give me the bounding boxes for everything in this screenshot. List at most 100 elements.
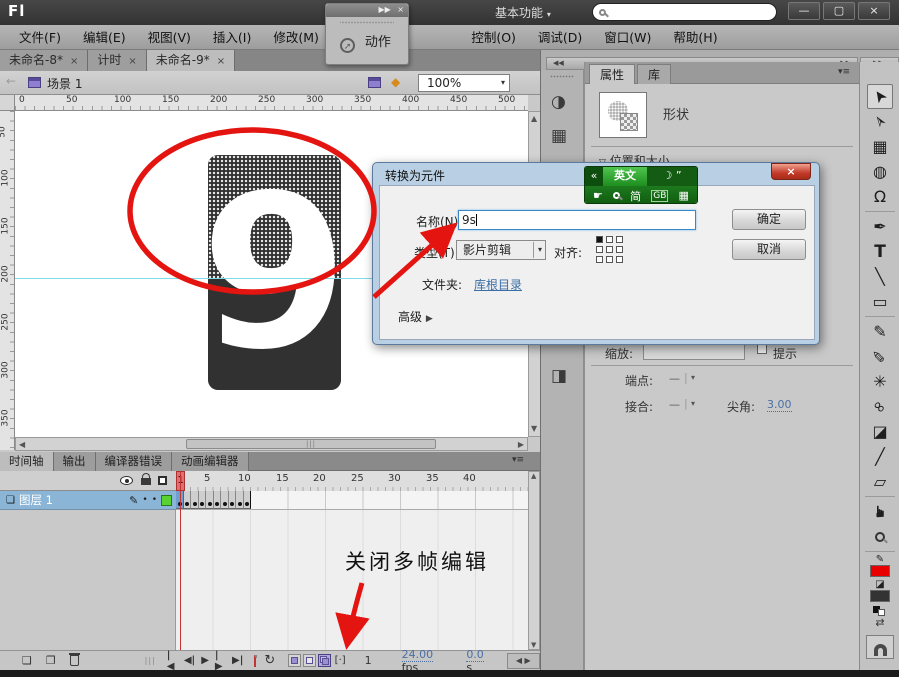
scale-dropdown[interactable] bbox=[643, 343, 745, 360]
close-button[interactable]: × bbox=[858, 2, 890, 20]
panel-menu-icon[interactable]: ▾≡ bbox=[512, 455, 524, 465]
visibility-dot[interactable]: • bbox=[142, 495, 147, 505]
lock-column-icon[interactable] bbox=[141, 478, 151, 485]
ok-button[interactable]: 确定 bbox=[732, 209, 806, 230]
layer-name-cell[interactable]: ❏ 图层 1 ✎ • • bbox=[0, 491, 176, 510]
advanced-toggle[interactable]: 高级 ▶ bbox=[398, 308, 433, 325]
fill-color-swatch[interactable] bbox=[870, 590, 890, 602]
selection-tool[interactable]: ➤ bbox=[867, 84, 893, 109]
3d-rotation-tool[interactable]: ◍ bbox=[867, 159, 893, 184]
edit-scene-icon[interactable] bbox=[368, 77, 381, 88]
join-dropdown-icon[interactable]: ▾ bbox=[691, 399, 695, 408]
loop-button[interactable]: ↻ bbox=[261, 653, 278, 668]
tab-compiler-errors[interactable]: 编译器错误 bbox=[96, 452, 173, 471]
back-arrow-icon[interactable]: ← bbox=[6, 74, 16, 88]
menu-edit[interactable]: 编辑(E) bbox=[72, 25, 137, 50]
close-icon[interactable]: × bbox=[397, 5, 404, 14]
frames-empty-area[interactable] bbox=[176, 510, 528, 650]
onion-skin-button[interactable] bbox=[288, 654, 301, 667]
collapse-icon[interactable]: ▶▶ bbox=[378, 5, 390, 14]
stroke-color-swatch[interactable] bbox=[870, 565, 890, 577]
eyedropper-tool[interactable]: ╱ bbox=[867, 444, 893, 469]
menu-control[interactable]: 控制(O) bbox=[460, 25, 527, 50]
symbol-name-input[interactable]: 9s bbox=[458, 210, 696, 230]
panel-menu-icon[interactable]: ▾≡ bbox=[838, 67, 850, 77]
keyframe-cell[interactable] bbox=[184, 491, 192, 509]
keyframe-cell[interactable] bbox=[221, 491, 229, 509]
go-first-frame-button[interactable]: |◀ bbox=[164, 650, 181, 672]
pencil-tool[interactable]: ✎ bbox=[867, 319, 893, 344]
tab-untitled-8[interactable]: 未命名-8*× bbox=[0, 50, 88, 71]
layer-frames-track[interactable] bbox=[176, 491, 528, 510]
current-frame-value[interactable]: 1 bbox=[365, 654, 372, 667]
ime-search-icon[interactable] bbox=[613, 192, 620, 199]
ime-language-mode[interactable]: 英文 bbox=[603, 167, 647, 186]
timeline-vertical-scrollbar[interactable]: ▲ ▼ bbox=[528, 471, 540, 650]
tab-output[interactable]: 输出 bbox=[54, 452, 96, 471]
frame-ruler[interactable]: 1 5 10 15 20 25 30 35 40 bbox=[176, 471, 528, 491]
ime-keyboard-icon[interactable]: ▦ bbox=[679, 189, 689, 202]
keyframe-cell[interactable] bbox=[244, 491, 252, 509]
hint-checkbox[interactable] bbox=[757, 344, 767, 354]
rectangle-tool[interactable]: ▭ bbox=[867, 289, 893, 314]
scene-label[interactable]: 场景 1 bbox=[47, 75, 82, 92]
play-button[interactable]: ▶ bbox=[198, 655, 212, 666]
actions-panel-body[interactable]: ➚ 动作 bbox=[326, 25, 408, 53]
library-root-link[interactable]: 库根目录 bbox=[474, 276, 522, 293]
menu-help[interactable]: 帮助(H) bbox=[662, 25, 728, 50]
edit-symbol-icon[interactable]: ◆ bbox=[391, 75, 400, 89]
tab-close-icon[interactable]: × bbox=[217, 56, 225, 67]
lock-dot[interactable]: • bbox=[152, 495, 157, 505]
timeline-hscroll-arrows[interactable]: ◀ ▶ bbox=[507, 653, 540, 669]
cancel-button[interactable]: 取消 bbox=[732, 239, 806, 260]
lasso-tool[interactable]: Ω bbox=[867, 184, 893, 209]
miter-value[interactable]: 3.00 bbox=[767, 398, 792, 412]
join-value[interactable]: — bbox=[669, 398, 680, 411]
minimize-button[interactable]: — bbox=[788, 2, 820, 20]
new-layer-button[interactable]: ❏ bbox=[22, 654, 32, 667]
keyframe-cell[interactable] bbox=[229, 491, 237, 509]
free-transform-tool[interactable]: ▦ bbox=[867, 134, 893, 159]
eraser-tool[interactable]: ▱ bbox=[867, 469, 893, 494]
dialog-close-button[interactable]: × bbox=[771, 163, 811, 180]
ime-mode-icons[interactable]: ☽ ” bbox=[647, 167, 697, 186]
layer-row[interactable]: ❏ 图层 1 ✎ • • bbox=[0, 491, 540, 510]
modify-markers-button[interactable]: [·] bbox=[332, 655, 349, 666]
tab-library[interactable]: 库 bbox=[637, 64, 671, 84]
workspace-switcher[interactable]: 基本功能 ▾ bbox=[495, 4, 551, 21]
keyframe-cell[interactable] bbox=[191, 491, 199, 509]
ime-gb-icon[interactable]: GB bbox=[651, 190, 668, 202]
swap-colors-button[interactable]: ⇄ bbox=[875, 616, 884, 629]
line-tool[interactable]: ╲ bbox=[867, 264, 893, 289]
ime-collapse-icon[interactable]: « bbox=[585, 167, 603, 186]
subselection-tool[interactable]: ➢ bbox=[867, 109, 893, 134]
tab-close-icon[interactable]: × bbox=[128, 56, 136, 67]
keyframe-cell[interactable] bbox=[199, 491, 207, 509]
tab-close-icon[interactable]: × bbox=[70, 56, 78, 67]
pen-tool[interactable]: ✒ bbox=[867, 214, 893, 239]
drag-grip[interactable] bbox=[550, 75, 574, 78]
cap-value[interactable]: — bbox=[669, 372, 680, 385]
step-forward-button[interactable]: |▶ bbox=[212, 650, 229, 672]
text-tool[interactable]: T bbox=[867, 239, 893, 264]
keyframe-cell[interactable] bbox=[214, 491, 222, 509]
center-frame-button[interactable] bbox=[254, 655, 257, 667]
go-last-frame-button[interactable]: ▶| bbox=[229, 655, 246, 666]
paint-bucket-tool[interactable]: ◪ bbox=[867, 419, 893, 444]
tab-motion-editor[interactable]: 动画编辑器 bbox=[172, 452, 249, 471]
ime-simplified-toggle[interactable]: 简 bbox=[630, 188, 641, 204]
zoom-level-dropdown[interactable]: 100%▾ bbox=[418, 74, 510, 92]
ime-hand-icon[interactable]: ☛ bbox=[593, 189, 603, 202]
zoom-tool[interactable] bbox=[867, 524, 893, 549]
outline-color-swatch[interactable] bbox=[161, 495, 172, 506]
edit-multiple-frames-button[interactable] bbox=[318, 654, 331, 667]
registration-grid[interactable] bbox=[596, 236, 626, 266]
snap-to-objects-button[interactable] bbox=[866, 635, 894, 659]
cap-dropdown-icon[interactable]: ▾ bbox=[691, 373, 695, 382]
new-folder-button[interactable]: ❐ bbox=[46, 654, 56, 667]
menu-modify[interactable]: 修改(M) bbox=[262, 25, 330, 50]
scrollbar-thumb[interactable]: ||| bbox=[186, 439, 436, 449]
tab-properties[interactable]: 属性 bbox=[589, 64, 635, 84]
symbol-type-dropdown[interactable]: 影片剪辑▾ bbox=[456, 240, 546, 260]
deco-tool[interactable]: ✳ bbox=[867, 369, 893, 394]
